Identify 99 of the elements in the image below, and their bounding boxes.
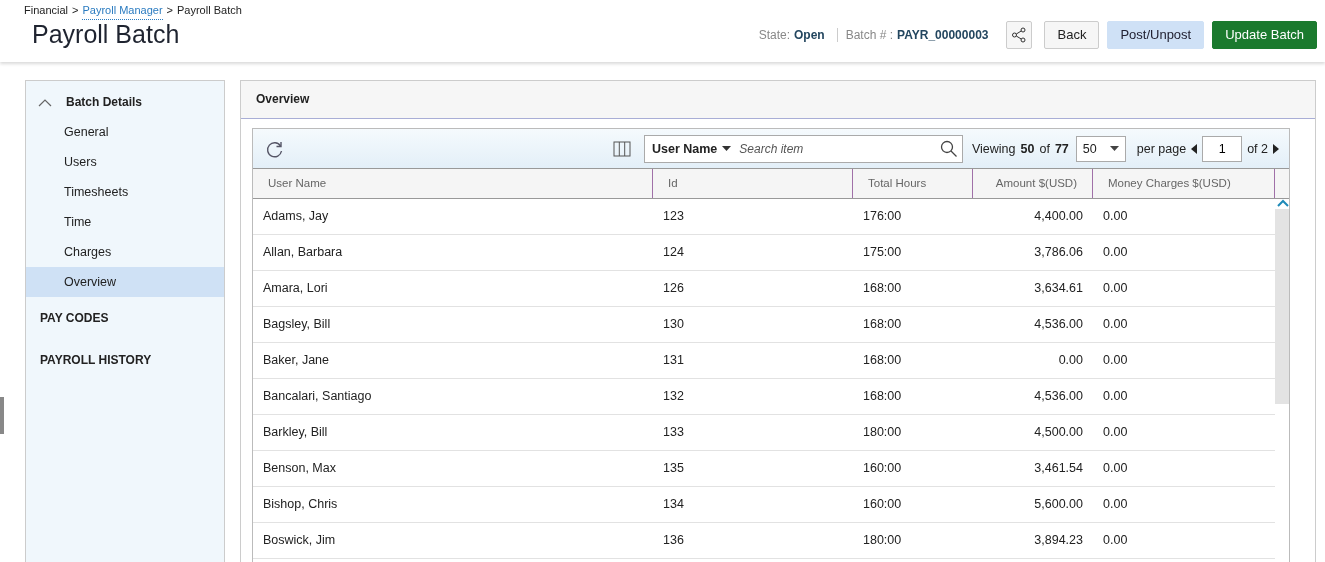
nav-item[interactable]: General	[26, 117, 224, 147]
breadcrumb-separator: >	[72, 4, 79, 18]
dropdown-caret-icon	[722, 146, 732, 151]
batch-label: Batch # :	[845, 27, 894, 42]
table-cell-text: 175:00	[862, 244, 903, 261]
total-count: 77	[1054, 141, 1069, 156]
table-cell-text: 136	[662, 532, 685, 549]
batch-number: PAYR_00000003	[897, 27, 989, 42]
table-cell-text: 5,600.00	[1033, 496, 1084, 513]
share-button[interactable]	[1006, 20, 1033, 49]
table-cell-text: 3,634.61	[1033, 280, 1084, 297]
table-cell-text: 0.00	[1102, 388, 1129, 405]
table-cell-text: 0.00	[1102, 208, 1129, 225]
table-cell-text: 0.00	[1102, 244, 1129, 261]
state-value: Open	[794, 27, 825, 42]
table-cell-text: 133	[662, 424, 685, 441]
table-cell-text: 0.00	[1102, 316, 1129, 333]
search-field-selector[interactable]: User Name	[651, 141, 732, 156]
table-cell-text: 3,894.23	[1033, 532, 1084, 549]
section-link[interactable]: PAY CODES	[26, 297, 224, 339]
table-cell-text: 0.00	[1102, 280, 1129, 297]
share-icon	[1011, 26, 1028, 43]
viewing-label: Viewing	[971, 141, 1016, 156]
table-cell-text: 4,536.00	[1033, 388, 1084, 405]
state-label: State:	[758, 27, 790, 42]
nav-item[interactable]: Charges	[26, 237, 224, 267]
previous-page-icon[interactable]	[1191, 143, 1198, 154]
section-link[interactable]: PAYROLL HISTORY	[26, 339, 224, 381]
page-title: Payroll Batch	[32, 20, 180, 49]
table-cell-text: Bishop, Chris	[262, 496, 339, 513]
table-cell-text: 3,786.06	[1033, 244, 1084, 261]
table-cell-text: Amara, Lori	[262, 280, 329, 297]
table-cell-text: 0.00	[1102, 460, 1129, 477]
scrollbar-thumb[interactable]	[1275, 209, 1289, 404]
column-header[interactable]: Total Hours	[853, 169, 973, 198]
table-cell-text: 160:00	[862, 496, 903, 513]
table-cell-text: 168:00	[862, 316, 903, 333]
table-cell-text: 131	[662, 352, 685, 369]
breadcrumb-item: Financial	[24, 4, 69, 18]
column-header[interactable]: Money Charges $(USD)	[1093, 169, 1275, 198]
of-label: of	[1039, 141, 1050, 156]
table-cell-text: 132	[662, 388, 685, 405]
table-cell-text: 130	[662, 316, 685, 333]
table-cell-text: 0.00	[1102, 424, 1129, 441]
table-cell-text: 168:00	[862, 388, 903, 405]
table-cell-text: Baker, Jane	[262, 352, 330, 369]
table-cell-text: 176:00	[862, 208, 903, 225]
table-cell-text: Boswick, Jim	[262, 532, 337, 549]
table-cell-text: 124	[662, 244, 685, 261]
table-cell-text: 160:00	[862, 460, 903, 477]
table-cell-text: 0.00	[1102, 496, 1129, 513]
page-size-select[interactable]: 50	[1075, 135, 1126, 162]
viewing-count: 50	[1020, 141, 1035, 156]
table-cell-text: Barkley, Bill	[262, 424, 329, 441]
table-cell-text: 4,400.00	[1033, 208, 1084, 225]
breadcrumb-link[interactable]: Payroll Manager	[82, 4, 163, 20]
column-header[interactable]: User Name	[253, 169, 653, 198]
post-button[interactable]: Post/Unpost	[1107, 20, 1205, 49]
search-icon[interactable]	[939, 139, 958, 158]
column-header[interactable]: Id	[653, 169, 853, 198]
nav-item[interactable]: Overview	[26, 267, 224, 297]
table-cell-text: 134	[662, 496, 685, 513]
columns-icon[interactable]	[612, 140, 631, 157]
table-cell-text: 0.00	[1102, 352, 1129, 369]
page-number-field[interactable]: 1	[1202, 135, 1243, 162]
table-cell-text: 135	[662, 460, 685, 477]
breadcrumb-separator: >	[166, 4, 173, 18]
table-cell-text: 4,500.00	[1033, 424, 1084, 441]
breadcrumb-item: Payroll Batch	[177, 4, 242, 18]
column-header[interactable]: Amount $(USD)	[973, 169, 1093, 198]
next-page-icon[interactable]	[1273, 143, 1279, 154]
table-cell-text: 168:00	[862, 352, 903, 369]
per-page-label: per page	[1136, 141, 1187, 156]
table-cell-text: Bagsley, Bill	[262, 316, 332, 333]
page-count: of 2	[1247, 141, 1268, 156]
table-cell-text: 123	[662, 208, 685, 225]
table-cell-text: Benson, Max	[262, 460, 337, 477]
table-cell-text: 180:00	[862, 424, 903, 441]
dropdown-caret-icon	[1109, 146, 1119, 151]
table-cell-text: 126	[662, 280, 685, 297]
table-cell-text: 0.00	[1102, 532, 1129, 549]
update-button[interactable]: Update Batch	[1212, 20, 1317, 49]
table-cell-text: Allan, Barbara	[262, 244, 344, 261]
side-handle[interactable]	[0, 397, 4, 434]
search-field[interactable]: User Name Search item	[643, 134, 963, 163]
section-header[interactable]: Batch Details	[26, 87, 155, 117]
nav-item[interactable]: Timesheets	[26, 177, 224, 207]
panel-title: Overview	[241, 81, 1315, 119]
table-cell-text: 168:00	[862, 280, 903, 297]
scroll-up-icon[interactable]	[1276, 199, 1289, 207]
nav-item[interactable]: Users	[26, 147, 224, 177]
back-button[interactable]: Back	[1044, 20, 1100, 49]
table-cell-text: 0.00	[1057, 352, 1084, 369]
table-cell-text: 4,536.00	[1033, 316, 1084, 333]
nav-item[interactable]: Time	[26, 207, 224, 237]
table-cell-text: Bancalari, Santiago	[262, 388, 373, 405]
table-cell-text: 180:00	[862, 532, 903, 549]
table-cell-text: Adams, Jay	[262, 208, 330, 225]
table-cell-text: 3,461.54	[1033, 460, 1084, 477]
